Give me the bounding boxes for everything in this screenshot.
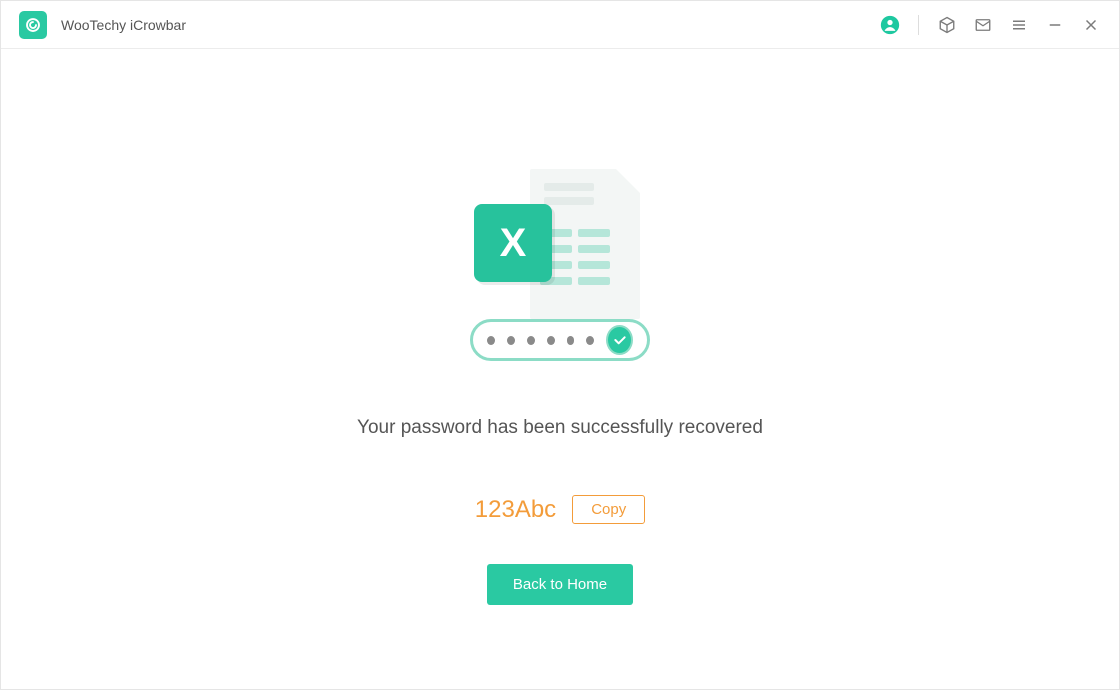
check-circle-icon — [606, 325, 633, 355]
close-icon[interactable] — [1081, 15, 1101, 35]
password-row: 123Abc Copy — [475, 495, 645, 524]
app-window: WooTechy iCrowbar — [0, 0, 1120, 690]
app-title: WooTechy iCrowbar — [61, 17, 186, 33]
main-content: X Your password has been successfully re… — [1, 49, 1119, 689]
recovered-password: 123Abc — [475, 496, 556, 524]
titlebar: WooTechy iCrowbar — [1, 1, 1119, 49]
cube-icon[interactable] — [937, 15, 957, 35]
back-to-home-button[interactable]: Back to Home — [487, 564, 633, 605]
account-icon[interactable] — [880, 15, 900, 35]
success-message: Your password has been successfully reco… — [357, 417, 763, 439]
titlebar-controls — [880, 15, 1101, 35]
menu-icon[interactable] — [1009, 15, 1029, 35]
app-logo — [19, 11, 47, 39]
copy-button[interactable]: Copy — [572, 495, 645, 524]
success-illustration: X — [460, 159, 660, 389]
minimize-icon[interactable] — [1045, 15, 1065, 35]
excel-badge-icon: X — [474, 204, 552, 282]
logo-icon — [24, 16, 42, 34]
password-pill-illustration — [470, 319, 650, 361]
divider — [918, 15, 919, 35]
mail-icon[interactable] — [973, 15, 993, 35]
